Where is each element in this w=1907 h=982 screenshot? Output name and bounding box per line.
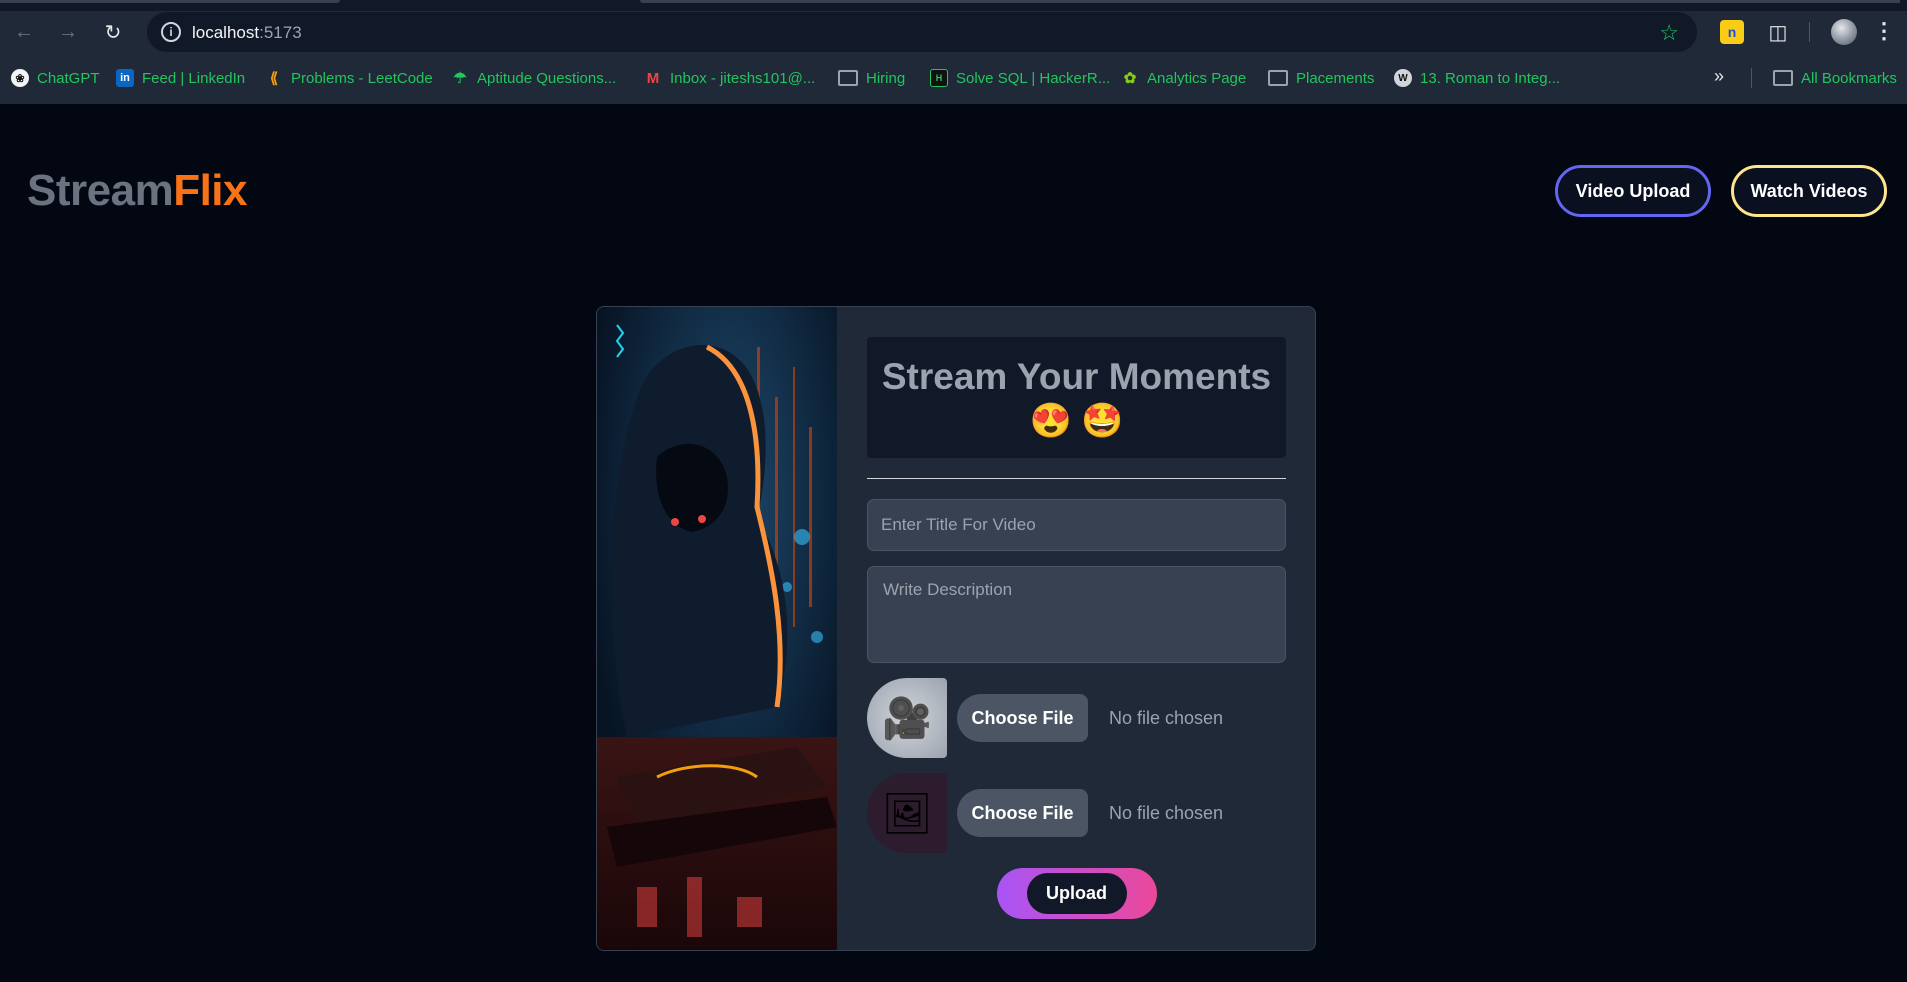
all-bookmarks-label: All Bookmarks [1801,69,1897,87]
thumbnail-file-row: 🖼 Choose File No file chosen [867,773,1286,853]
bookmark-label: Solve SQL | HackerR... [956,69,1111,87]
folder-icon [1268,70,1288,86]
bookmark-hackerrank[interactable]: H Solve SQL | HackerR... [930,64,1110,92]
extension-label: n [1727,24,1737,40]
bookmark-aptitude[interactable]: ☂ Aptitude Questions... [451,64,616,92]
forward-arrow-icon[interactable]: → [54,18,82,46]
bookmark-label: 13. Roman to Integ... [1420,69,1561,87]
form-divider [867,478,1286,479]
bookmarks-bar: ❀ ChatGPT in Feed | LinkedIn ⟪ Problems - L… [0,64,1907,92]
bookmark-label: Feed | LinkedIn [142,69,246,87]
leaf-icon: ✿ [1123,70,1137,87]
video-file-status: No file chosen [1109,707,1224,728]
reload-icon[interactable]: ↻ [99,18,127,46]
bookmark-label: Hiring [866,69,906,87]
bookmark-gmail[interactable]: M Inbox - jiteshs101@... [644,64,816,92]
bookmark-label: Analytics Page [1147,69,1247,87]
bookmark-leetcode[interactable]: ⟪ Problems - LeetCode [265,64,433,92]
heading-box: Stream Your Moments 😍 🤩 [867,337,1286,458]
tab-edge [0,0,340,3]
chatgpt-icon: ❀ [11,69,29,87]
movie-camera-icon: 🎥 [867,678,947,758]
aptitude-icon: ☂ [453,70,467,87]
extensions-puzzle-icon[interactable]: ◫ [1766,20,1790,44]
bookmark-label: ChatGPT [37,69,100,87]
video-file-row: 🎥 Choose File No file chosen [867,678,1286,758]
profile-avatar[interactable] [1831,19,1857,45]
logo-part-stream: Stream [27,166,174,215]
bookmark-placements[interactable]: Placements [1268,64,1374,92]
video-description-textarea[interactable] [867,566,1286,663]
bookmark-linkedin[interactable]: in Feed | LinkedIn [116,64,245,92]
toolbar-divider [1809,22,1810,42]
thumbnail-image-icon: 🖼 [867,773,947,853]
extension-icon[interactable]: n [1720,20,1744,44]
illustration-svg [597,307,837,950]
bookmark-chatgpt[interactable]: ❀ ChatGPT [11,64,100,92]
video-title-input[interactable] [867,499,1286,551]
upload-card: Stream Your Moments 😍 🤩 🎥 Choose File No… [596,306,1316,951]
leetcode-icon: ⟪ [269,70,279,87]
bookmark-label: Inbox - jiteshs101@... [670,69,816,87]
tab-strip [0,0,1907,11]
heart-eyes-star-struck-emojis: 😍 🤩 [1029,402,1124,440]
address-bar[interactable]: i localhost:5173 ☆ [147,12,1697,52]
linkedin-icon: in [116,69,134,87]
choose-video-file-button[interactable]: Choose File [957,694,1088,742]
thumbnail-file-status: No file chosen [1109,802,1224,823]
hooded-hacker-illustration [597,307,837,950]
upload-button-gradient[interactable]: Upload [996,868,1157,919]
tab-edge [640,0,1900,3]
bookmark-roman-to-integer[interactable]: W 13. Roman to Integ... [1394,64,1560,92]
browser-chrome: ← → ↻ i localhost:5173 ☆ n ◫ ⋮ ❀ ChatGPT … [0,0,1907,104]
watch-videos-button[interactable]: Watch Videos [1731,165,1887,217]
streamflix-logo[interactable]: StreamFlix [27,166,247,216]
all-bookmarks[interactable]: All Bookmarks [1773,64,1897,92]
choose-thumbnail-file-button[interactable]: Choose File [957,789,1088,837]
folder-icon [1773,70,1793,86]
bookmarks-divider [1751,68,1752,88]
url-host: localhost [192,23,260,42]
bookmark-label: Problems - LeetCode [291,69,433,87]
site-info-icon[interactable]: i [161,22,181,42]
upload-button[interactable]: Upload [1026,873,1127,914]
hackerrank-icon: H [930,69,948,87]
app-page: StreamFlix Video Upload Watch Videos Str… [0,104,1907,982]
url-port: :5173 [259,23,302,42]
folder-icon [838,70,858,86]
bookmark-star-icon[interactable]: ☆ [1659,20,1679,46]
browser-menu-icon[interactable]: ⋮ [1873,18,1895,44]
video-upload-button[interactable]: Video Upload [1555,165,1711,217]
form-heading: Stream Your Moments [881,356,1272,397]
url-text[interactable]: localhost:5173 [192,23,302,43]
gmail-icon: M [646,69,660,87]
w-icon: W [1394,69,1412,87]
bookmark-hiring[interactable]: Hiring [838,64,905,92]
upload-form: Stream Your Moments 😍 🤩 🎥 Choose File No… [867,337,1286,919]
bookmark-analytics[interactable]: ✿ Analytics Page [1121,64,1247,92]
logo-part-flix: Flix [173,166,247,215]
back-arrow-icon[interactable]: ← [10,18,38,46]
more-bookmarks-icon[interactable]: » [1714,66,1724,87]
bookmark-label: Aptitude Questions... [477,69,617,87]
bookmark-label: Placements [1296,69,1375,87]
